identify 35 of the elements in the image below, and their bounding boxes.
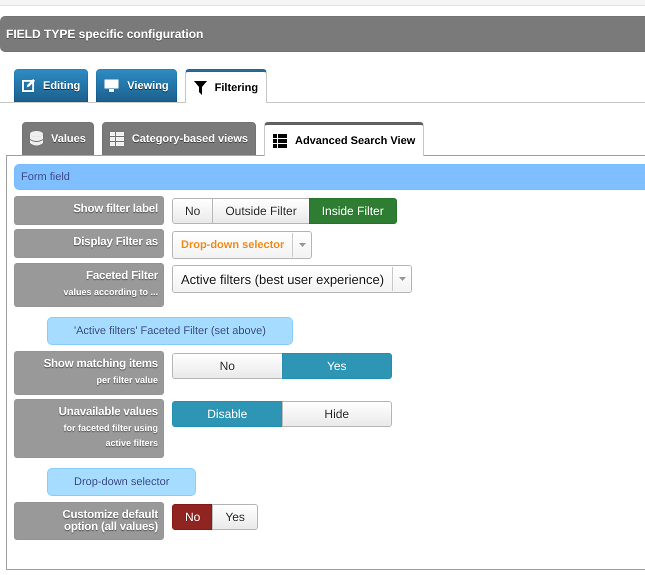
- filter-icon: [194, 80, 207, 94]
- option-button[interactable]: No: [172, 504, 214, 530]
- subsection-header: 'Active filters' Faceted Filter (set above): [47, 317, 293, 345]
- label-hint: values according to ...: [63, 286, 158, 299]
- caret-icon: [298, 243, 306, 247]
- tab[interactable]: Viewing: [96, 69, 177, 102]
- option-button[interactable]: Hide: [282, 401, 392, 427]
- subsection-header: Drop-down selector: [47, 468, 196, 496]
- label-hint: for faceted filter using active filters: [62, 422, 158, 450]
- label-text: Show matching items: [44, 358, 158, 370]
- label-hint: per filter value: [96, 374, 158, 387]
- caret-icon: [398, 277, 406, 281]
- label-text: Show filter label: [73, 203, 158, 215]
- label-text: Customize default option (all values): [61, 509, 158, 533]
- list-icon: [273, 134, 288, 148]
- label-text: Display Filter as: [73, 236, 158, 248]
- label-text: Faceted Filter: [86, 270, 158, 282]
- tab[interactable]: Category-based views: [102, 122, 256, 155]
- option-button[interactable]: Yes: [212, 504, 258, 530]
- option-button[interactable]: Inside Filter: [308, 198, 397, 224]
- database-icon: [30, 131, 43, 146]
- dropdown[interactable]: Active filters (best user experience): [172, 265, 412, 293]
- monitor-icon: [104, 79, 120, 92]
- tab[interactable]: Editing: [14, 69, 88, 102]
- tab[interactable]: Filtering: [184, 69, 268, 103]
- option-button[interactable]: No: [172, 198, 214, 224]
- label-text: Unavailable values: [58, 406, 158, 418]
- tab[interactable]: Values: [22, 122, 94, 155]
- option-button[interactable]: Outside Filter: [212, 198, 310, 224]
- option-button[interactable]: No: [172, 353, 282, 379]
- tab[interactable]: Advanced Search View: [264, 122, 424, 156]
- section-header: FIELD TYPE specific configuration: [0, 16, 645, 52]
- section-bar: Form field: [14, 164, 645, 190]
- edit-icon: [22, 79, 35, 92]
- table-icon: [110, 132, 124, 146]
